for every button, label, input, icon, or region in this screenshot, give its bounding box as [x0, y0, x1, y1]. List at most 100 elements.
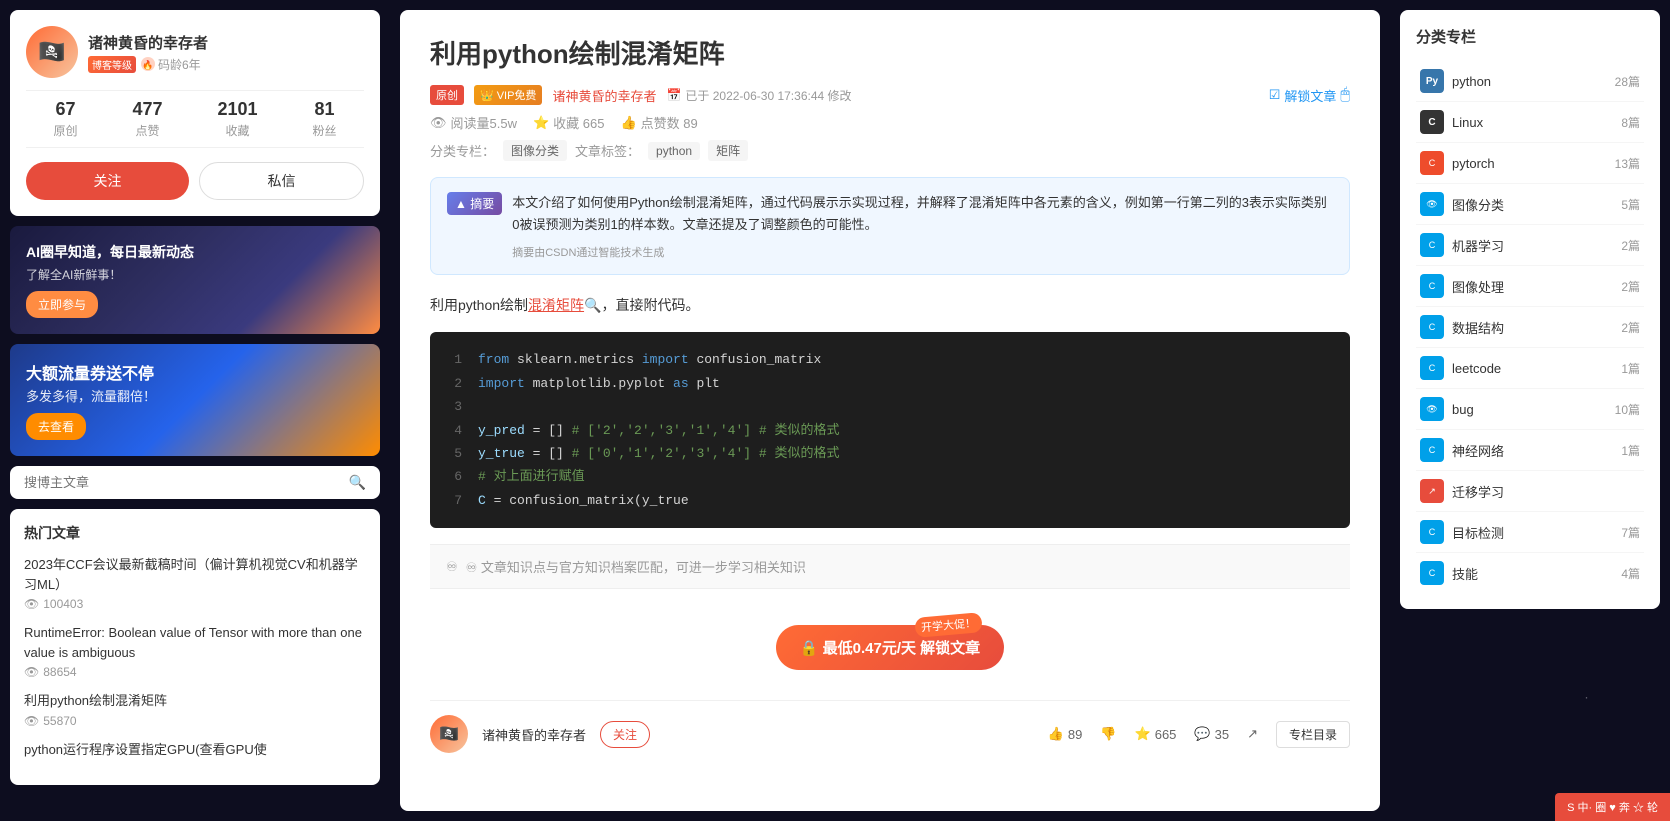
hot-item-title: python运行程序设置指定GPU(查看GPU使 — [24, 740, 366, 760]
tag-python[interactable]: python — [648, 142, 700, 160]
category-tag[interactable]: 图像分类 — [503, 140, 567, 161]
comment-action[interactable]: 💬 35 — [1194, 726, 1229, 742]
category-item-objdet[interactable]: C 目标检测 7篇 — [1416, 512, 1644, 553]
article-author-link[interactable]: 诸神黄昏的幸存者 — [552, 86, 656, 105]
author-header: 🏴‍☠️ 诸神黄昏的幸存者 博客等级 🔥 码龄6年 — [26, 26, 364, 78]
category-name: 数据结构 — [1452, 318, 1613, 337]
thumbdown-icon: 👎 — [1100, 726, 1116, 742]
stat-original-label: 原创 — [53, 122, 77, 139]
article-date: 📅 已于 2022-06-30 17:36:44 修改 — [666, 87, 851, 104]
list-item[interactable]: python运行程序设置指定GPU(查看GPU使 — [24, 740, 366, 760]
catalog-button[interactable]: 专栏目录 — [1276, 721, 1350, 748]
comment-icon: 💬 — [1194, 726, 1210, 742]
checkbox-icon: ☑ — [1269, 87, 1281, 103]
category-item-transfer[interactable]: ↗ 迁移学习 — [1416, 471, 1644, 512]
ad-ai-subtitle: 了解全AI新鲜事！ — [26, 266, 364, 283]
thumbup-icon: 👍 — [1048, 726, 1064, 742]
left-sidebar: 🏴‍☠️ 诸神黄昏的幸存者 博客等级 🔥 码龄6年 67 原创 — [0, 0, 390, 821]
tag-matrix[interactable]: 矩阵 — [708, 140, 748, 161]
bottom-taskbar: S 中· 圈 ♥ 奔 ☆ 轮 — [1555, 793, 1670, 821]
likes-count: 点赞数 89 — [641, 113, 698, 132]
comments-count: 35 — [1215, 727, 1229, 742]
category-name: 图像处理 — [1452, 277, 1613, 296]
category-item-pytorch[interactable]: C pytorch 13篇 — [1416, 143, 1644, 184]
svg-text:🔥: 🔥 — [142, 59, 153, 70]
code-line: 2 import matplotlib.pyplot as plt — [446, 372, 1334, 395]
code-block: 1 from sklearn.metrics import confusion_… — [430, 332, 1350, 528]
category-count: 28篇 — [1615, 73, 1640, 90]
category-item-ml[interactable]: C 机器学习 2篇 — [1416, 225, 1644, 266]
likes-stat: 👍 点赞数 89 — [620, 113, 697, 132]
hot-item-views: 55870 — [43, 714, 76, 728]
summary-content: 本文介绍了如何使用Python绘制混淆矩阵，通过代码展示示实现过程，并解释了混淆… — [512, 192, 1333, 236]
category-item-ds[interactable]: C 数据结构 2篇 — [1416, 307, 1644, 348]
knowledge-bar: ♾ ♾ 文章知识点与官方知识档案匹配，可进一步学习相关知识 — [430, 544, 1350, 589]
message-button[interactable]: 私信 — [199, 162, 364, 200]
dislike-action[interactable]: 👎 — [1100, 726, 1116, 742]
star-icon: ⭐ — [533, 115, 549, 131]
category-icon-linux: C — [1420, 110, 1444, 134]
highlight-link[interactable]: 混淆矩阵 — [528, 297, 584, 313]
star-icon: ⭐ — [1135, 726, 1151, 742]
category-item-leetcode[interactable]: C leetcode 1篇 — [1416, 348, 1644, 389]
eye-icon: 👁 — [430, 115, 447, 131]
ad-flow-banner: 大额流量券送不停 多发多得，流量翻倍！ 去查看 — [10, 344, 380, 456]
category-item-nn[interactable]: C 神经网络 1篇 — [1416, 430, 1644, 471]
search-icon[interactable]: 🔍 — [349, 474, 366, 491]
share-icon: ↗ — [1247, 726, 1258, 742]
category-count: 10篇 — [1615, 401, 1640, 418]
category-item-bug[interactable]: 👁 bug 10篇 — [1416, 389, 1644, 430]
knowledge-icon: ♾ — [446, 559, 458, 575]
favorite-action[interactable]: ⭐ 665 — [1135, 726, 1177, 742]
main-content: 利用python绘制混淆矩阵 原创 👑 VIP免费 诸神黄昏的幸存者 📅 已于 … — [400, 10, 1380, 811]
category-name: 机器学习 — [1452, 236, 1613, 255]
ad-flow-button[interactable]: 去查看 — [26, 413, 86, 440]
category-icon-imgproc: C — [1420, 274, 1444, 298]
search-input[interactable] — [24, 475, 341, 490]
hot-articles-title: 热门文章 — [24, 523, 366, 543]
stat-followers-label: 粉丝 — [313, 122, 337, 139]
hot-item-title: 2023年CCF会议最新截稿时间（偏计算机视觉CV和机器学习ML） — [24, 555, 366, 594]
list-item[interactable]: 利用python绘制混淆矩阵 👁 55870 — [24, 691, 366, 728]
article-tags: 分类专栏： 图像分类 文章标签： python 矩阵 — [430, 140, 1350, 161]
stat-likes: 477 点赞 — [132, 99, 162, 139]
list-item[interactable]: RuntimeError: Boolean value of Tensor wi… — [24, 623, 366, 679]
category-count: 13篇 — [1615, 155, 1640, 172]
category-icon-objdet: C — [1420, 520, 1444, 544]
category-count: 5篇 — [1621, 196, 1640, 213]
category-item-python[interactable]: Py python 28篇 — [1416, 61, 1644, 102]
share-action[interactable]: ↗ — [1247, 726, 1258, 742]
favorites-count: 665 — [1155, 727, 1177, 742]
search-icon-inline: 🔍 — [584, 297, 601, 313]
unlock-article-button[interactable]: ☑ 解锁文章 🖱 — [1269, 86, 1350, 105]
list-item[interactable]: 2023年CCF会议最新截稿时间（偏计算机视觉CV和机器学习ML） 👁 1004… — [24, 555, 366, 611]
category-item-imgproc[interactable]: C 图像处理 2篇 — [1416, 266, 1644, 307]
category-count: 4篇 — [1621, 565, 1640, 582]
favorites-count: 收藏 665 — [553, 113, 604, 132]
category-item-imgcls[interactable]: 👁 图像分类 5篇 — [1416, 184, 1644, 225]
categories-card: 分类专栏 Py python 28篇 C Linux 8篇 C pytorch … — [1400, 10, 1660, 609]
categories-title: 分类专栏 — [1416, 26, 1644, 47]
footer-avatar: 🏴‍☠️ — [430, 715, 468, 753]
hot-item-meta: 👁 100403 — [24, 597, 366, 611]
summary-icon: ▲ 摘要 — [447, 192, 502, 215]
category-icon-nn: C — [1420, 438, 1444, 462]
right-sidebar: 分类专栏 Py python 28篇 C Linux 8篇 C pytorch … — [1390, 0, 1670, 821]
stat-favorites: 2101 收藏 — [217, 99, 257, 139]
category-count: 7篇 — [1621, 524, 1640, 541]
category-item-linux[interactable]: C Linux 8篇 — [1416, 102, 1644, 143]
ad-ai-title: AI圈早知道，每日最新动态 — [26, 242, 364, 262]
like-action[interactable]: 👍 89 — [1048, 726, 1083, 742]
ad-ai-button[interactable]: 立即参与 — [26, 291, 98, 318]
follow-button[interactable]: 关注 — [26, 162, 189, 200]
ad-ai-banner: AI圈早知道，每日最新动态 了解全AI新鲜事！ 立即参与 — [10, 226, 380, 334]
thumbup-icon: 👍 — [620, 115, 636, 131]
code-line: 6 # 对上面进行赋值 — [446, 465, 1334, 488]
article-intro: 利用python绘制混淆矩阵🔍，直接附代码。 — [430, 293, 1350, 318]
author-info: 诸神黄昏的幸存者 博客等级 🔥 码龄6年 — [88, 32, 364, 73]
category-item-skill[interactable]: C 技能 4篇 — [1416, 553, 1644, 593]
hot-item-meta: 👁 88654 — [24, 665, 366, 679]
footer-author-name: 诸神黄昏的幸存者 — [482, 725, 586, 744]
footer-follow-button[interactable]: 关注 — [600, 721, 650, 748]
badge-vip: 👑 VIP免费 — [474, 85, 542, 105]
